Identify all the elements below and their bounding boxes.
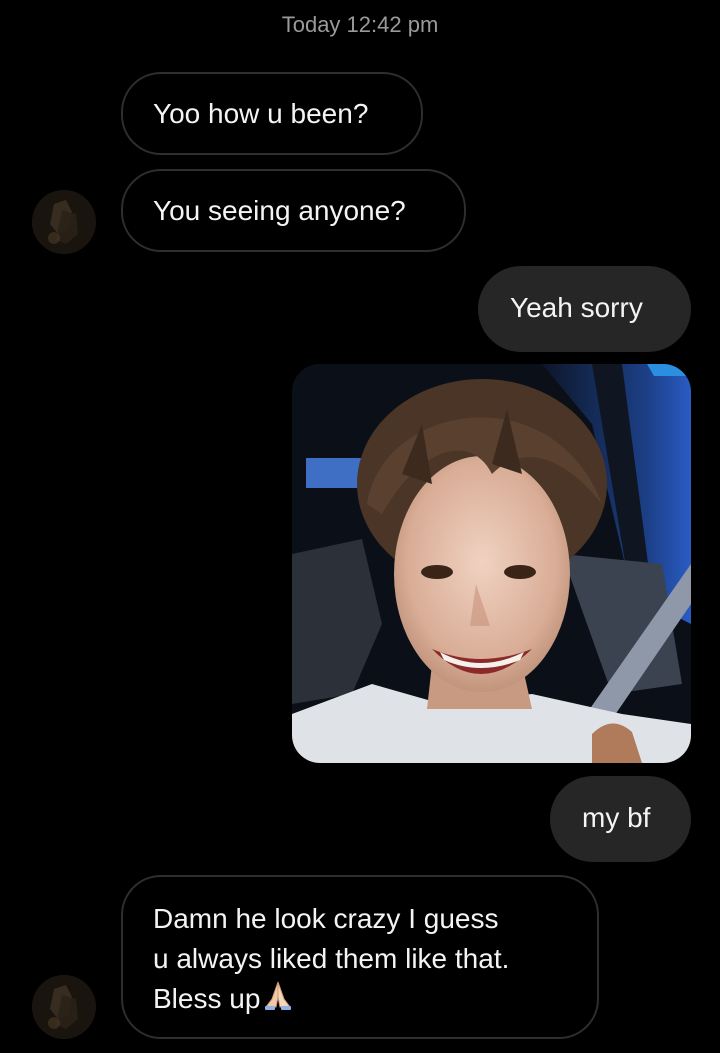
message-text: Yoo how u been?	[153, 98, 369, 129]
incoming-message-bubble[interactable]: You seeing anyone?	[121, 169, 466, 252]
folded-hands-icon	[262, 979, 294, 1022]
outgoing-message-bubble[interactable]: my bf	[550, 776, 691, 862]
message-text: Yeah sorry	[510, 292, 643, 323]
message-line-text: Bless up	[153, 983, 261, 1014]
message-text: my bf	[582, 802, 651, 833]
message-line: Damn he look crazy I guess	[153, 903, 499, 934]
message-text: You seeing anyone?	[153, 195, 406, 226]
message-line: Bless up	[153, 979, 567, 1022]
selfie-photo-image	[292, 364, 691, 763]
avatar-image	[32, 975, 96, 1039]
message-line: u always liked them like that.	[153, 943, 510, 974]
incoming-message-bubble[interactable]: Damn he look crazy I guess u always like…	[121, 875, 599, 1039]
photo-message[interactable]	[292, 364, 691, 763]
message-timestamp: Today 12:42 pm	[281, 12, 439, 37]
sender-avatar[interactable]	[32, 975, 96, 1039]
avatar-image	[32, 190, 96, 254]
incoming-message-bubble[interactable]: Yoo how u been?	[121, 72, 423, 155]
outgoing-message-bubble[interactable]: Yeah sorry	[478, 266, 691, 352]
sender-avatar[interactable]	[32, 190, 96, 254]
